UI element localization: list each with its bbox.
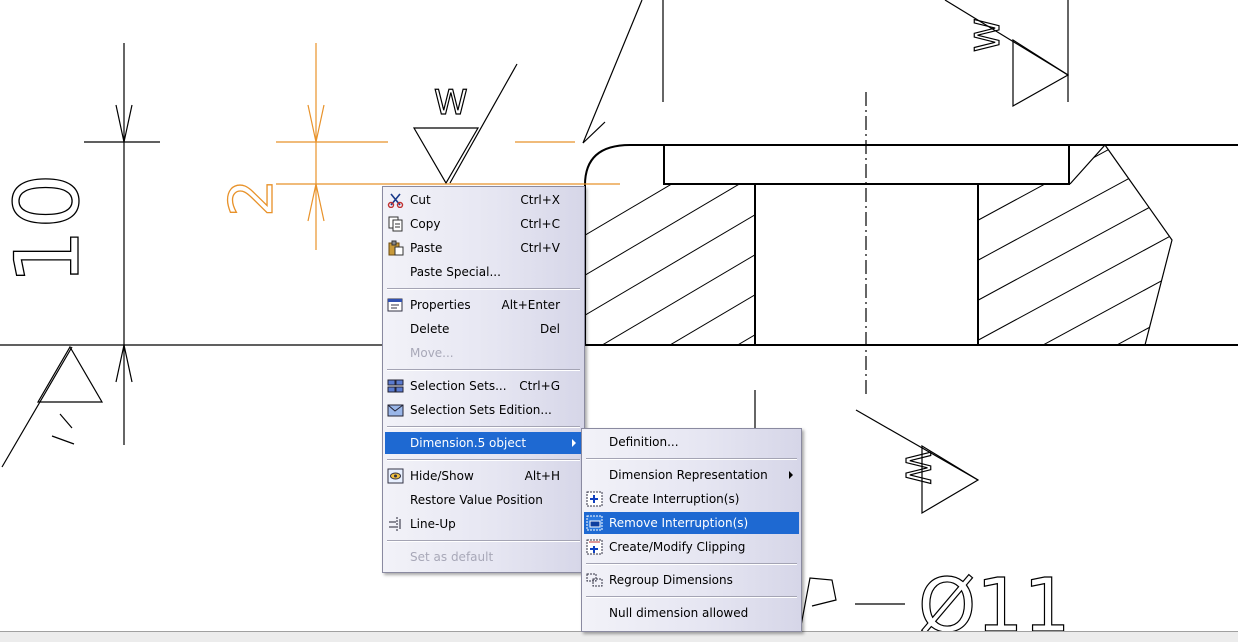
menu-item-label: Restore Value Position bbox=[410, 493, 543, 507]
menu-item-dimension-object[interactable]: Dimension.5 object bbox=[385, 432, 582, 454]
weld-symbol-w-right: W bbox=[968, 18, 1008, 52]
menu-item-shortcut: Ctrl+C bbox=[520, 217, 560, 231]
menu-item-properties[interactable]: Properties Alt+Enter bbox=[385, 294, 582, 316]
menu-separator bbox=[387, 426, 580, 428]
part-right-edge bbox=[1069, 144, 1173, 346]
submenu-item-remove-interruption[interactable]: Remove Interruption(s) bbox=[584, 512, 799, 534]
menu-item-label: Line-Up bbox=[410, 517, 456, 531]
submenu-item-definition[interactable]: Definition... bbox=[584, 431, 799, 453]
menu-item-move: Move... bbox=[385, 342, 582, 364]
status-bar bbox=[0, 631, 1238, 642]
scissors-icon bbox=[387, 192, 405, 209]
diameter-value[interactable]: Ø11 bbox=[917, 562, 1071, 641]
menu-item-copy[interactable]: Copy Ctrl+C bbox=[385, 213, 582, 235]
hide-show-icon bbox=[387, 468, 405, 484]
menu-item-label: Set as default bbox=[410, 550, 494, 564]
menu-item-label: Selection Sets... bbox=[410, 379, 507, 393]
weld-triangle-right bbox=[1012, 38, 1070, 108]
weld-mark-left bbox=[51, 413, 75, 445]
selection-sets-icon bbox=[387, 378, 405, 394]
submenu-item-label: Null dimension allowed bbox=[609, 606, 749, 620]
dimension-2-value[interactable]: 2 bbox=[216, 178, 287, 217]
hatch-right bbox=[978, 145, 1172, 345]
menu-item-label: Delete bbox=[410, 322, 450, 336]
menu-item-label: Selection Sets Edition... bbox=[410, 403, 552, 417]
part-edge-small bbox=[582, 121, 606, 144]
dimension-submenu: Definition... Dimension Representation C… bbox=[581, 428, 802, 632]
menu-item-paste[interactable]: Paste Ctrl+V bbox=[385, 237, 582, 259]
properties-icon bbox=[387, 297, 405, 313]
hatch-left bbox=[585, 184, 755, 345]
menu-item-restore-value-position[interactable]: Restore Value Position bbox=[385, 489, 582, 511]
menu-separator bbox=[586, 563, 797, 565]
partial-text-lower bbox=[799, 577, 837, 632]
menu-item-shortcut: Ctrl+V bbox=[520, 241, 560, 255]
menu-item-shortcut: Alt+H bbox=[524, 469, 560, 483]
menu-separator bbox=[387, 459, 580, 461]
part-top-outline bbox=[584, 144, 1238, 345]
submenu-arrow-icon bbox=[572, 439, 576, 447]
submenu-item-create-modify-clipping[interactable]: Create/Modify Clipping bbox=[584, 536, 799, 558]
weld-symbol-w-middle: W bbox=[434, 83, 468, 123]
weld-triangle-middle bbox=[412, 127, 480, 185]
menu-item-hide-show[interactable]: Hide/Show Alt+H bbox=[385, 465, 582, 487]
menu-item-label: Move... bbox=[410, 346, 454, 360]
menu-item-shortcut: Del bbox=[540, 322, 560, 336]
submenu-item-label: Dimension Representation bbox=[609, 468, 768, 482]
menu-item-set-as-default: Set as default bbox=[385, 546, 582, 568]
menu-separator bbox=[586, 596, 797, 598]
selection-sets-edition-icon bbox=[387, 402, 405, 418]
menu-item-label: Dimension.5 object bbox=[410, 436, 527, 450]
submenu-item-label: Create/Modify Clipping bbox=[609, 540, 746, 554]
submenu-item-null-dimension-allowed[interactable]: Null dimension allowed bbox=[584, 602, 799, 624]
regroup-icon bbox=[586, 572, 604, 588]
weld-symbol-w-lower: W bbox=[897, 451, 937, 485]
create-interruption-icon bbox=[586, 491, 604, 507]
menu-item-label: Paste Special... bbox=[410, 265, 501, 279]
clipping-icon bbox=[586, 539, 604, 555]
menu-item-label: Cut bbox=[410, 193, 431, 207]
weld-leader-left bbox=[1, 346, 73, 468]
menu-separator bbox=[387, 288, 580, 290]
menu-item-line-up[interactable]: Line-Up bbox=[385, 513, 582, 535]
menu-item-label: Paste bbox=[410, 241, 443, 255]
remove-interruption-icon bbox=[586, 515, 604, 531]
submenu-item-regroup-dimensions[interactable]: Regroup Dimensions bbox=[584, 569, 799, 591]
menu-item-selection-sets-edition[interactable]: Selection Sets Edition... bbox=[385, 399, 582, 421]
submenu-arrow-icon bbox=[789, 471, 793, 479]
menu-item-shortcut: Ctrl+X bbox=[520, 193, 560, 207]
paste-icon bbox=[387, 240, 405, 256]
submenu-item-label: Remove Interruption(s) bbox=[609, 516, 749, 530]
weld-triangle-left bbox=[36, 345, 104, 403]
menu-item-shortcut: Alt+Enter bbox=[501, 298, 560, 312]
submenu-item-label: Create Interruption(s) bbox=[609, 492, 740, 506]
menu-item-paste-special[interactable]: Paste Special... bbox=[385, 261, 582, 283]
menu-separator bbox=[387, 369, 580, 371]
copy-icon bbox=[387, 216, 405, 232]
submenu-item-dimension-representation[interactable]: Dimension Representation bbox=[584, 464, 799, 486]
line-up-icon bbox=[387, 516, 405, 532]
menu-item-label: Copy bbox=[410, 217, 441, 231]
context-menu: Cut Ctrl+X Copy Ctrl+C Paste Ctrl+V Past… bbox=[382, 186, 585, 573]
menu-item-cut[interactable]: Cut Ctrl+X bbox=[385, 189, 582, 211]
submenu-item-label: Definition... bbox=[609, 435, 679, 449]
submenu-item-label: Regroup Dimensions bbox=[609, 573, 733, 587]
submenu-item-create-interruption[interactable]: Create Interruption(s) bbox=[584, 488, 799, 510]
dimension-10-value[interactable]: 10 bbox=[0, 172, 100, 285]
menu-item-label: Hide/Show bbox=[410, 469, 474, 483]
menu-item-delete[interactable]: Delete Del bbox=[385, 318, 582, 340]
weld-leader-middle bbox=[449, 63, 518, 184]
menu-item-label: Properties bbox=[410, 298, 471, 312]
menu-separator bbox=[387, 540, 580, 542]
menu-separator bbox=[586, 458, 797, 460]
menu-item-selection-sets[interactable]: Selection Sets... Ctrl+G bbox=[385, 375, 582, 397]
part-chamfer-line bbox=[582, 0, 643, 144]
menu-item-shortcut: Ctrl+G bbox=[519, 379, 560, 393]
